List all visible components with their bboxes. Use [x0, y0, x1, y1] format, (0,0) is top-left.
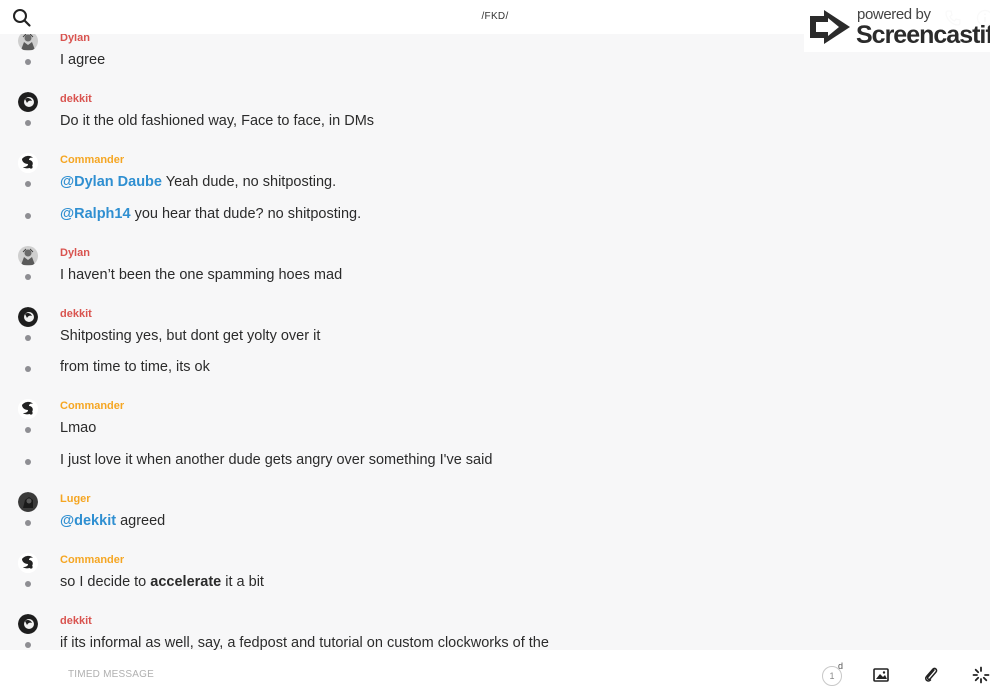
message-line: Lmao	[0, 420, 990, 442]
message-text-part: it a bit	[221, 573, 264, 590]
dekkit-avatar[interactable]	[18, 92, 38, 112]
message-bullet-icon	[25, 366, 31, 372]
message-list[interactable]: Dylan I agree dekkit Do it the old fashione…	[0, 34, 990, 650]
message-line: I agree	[0, 52, 990, 74]
dekkit-avatar[interactable]	[18, 306, 38, 327]
message-bullet-icon	[25, 212, 31, 219]
message-line: so I decide to accelerate it a bit	[0, 574, 990, 596]
dylan-avatar[interactable]	[18, 34, 38, 51]
commander-avatar[interactable]	[18, 399, 38, 419]
luger-avatar[interactable]	[18, 491, 38, 512]
watermark-brand-text: Screencastify	[856, 21, 990, 49]
message-author[interactable]: dekkit	[60, 308, 92, 320]
message-line: @dekkit agreed	[0, 513, 990, 535]
message-bullet-icon	[25, 181, 31, 187]
message-text: so I decide to accelerate it a bit	[60, 574, 264, 590]
message-line: @Dylan Daube Yeah dude, no shitposting.	[0, 174, 990, 196]
dylan-avatar[interactable]	[18, 245, 38, 266]
message-text-part: you hear that dude? no shitposting.	[130, 205, 362, 222]
message-line: @Ralph14 you hear that dude? no shitpost…	[0, 206, 990, 228]
message-line: from time to time, its ok	[0, 359, 990, 381]
user-mention[interactable]: @Dylan Daube	[60, 174, 162, 190]
message-input[interactable]: TIMED MESSAGE	[68, 669, 154, 680]
message-text: Do it the old fashioned way, Face to fac…	[60, 113, 375, 129]
message-line: Shitposting yes, but dont get yolty over…	[0, 327, 990, 350]
timer-unit: d	[838, 661, 844, 671]
message-author[interactable]: Commander	[60, 400, 124, 412]
paperclip-icon[interactable]	[922, 666, 940, 689]
commander-avatar[interactable]	[18, 153, 38, 173]
message-text: Shitposting yes, but dont get yolty over…	[60, 327, 321, 344]
message-text: @Dylan Daube Yeah dude, no shitposting.	[60, 174, 336, 190]
message-author[interactable]: dekkit	[60, 615, 92, 627]
message-bullet-icon	[25, 334, 31, 341]
user-mention[interactable]: @Ralph14	[60, 206, 131, 222]
screencastify-watermark: powered by Screencastify	[804, 2, 990, 52]
message-author[interactable]: Luger	[60, 493, 91, 505]
dekkit-avatar[interactable]	[18, 613, 38, 634]
commander-avatar[interactable]	[18, 552, 38, 573]
loading-spinner-icon[interactable]	[972, 666, 990, 689]
message-text-part: so I decide to	[60, 573, 151, 590]
message-text: I agree	[60, 52, 106, 68]
message-text: from time to time, its ok	[60, 359, 210, 375]
image-icon[interactable]	[872, 666, 890, 689]
message-text-part: agreed	[116, 512, 166, 529]
message-bullet-icon	[25, 519, 31, 526]
message-author[interactable]: Commander	[60, 554, 124, 566]
message-text: Lmao	[60, 420, 97, 436]
message-bullet-icon	[25, 59, 31, 65]
message-line: if its informal as well, say, a fedpost …	[0, 634, 990, 651]
message-bullet-icon	[25, 458, 31, 465]
message-bullet-icon	[25, 580, 31, 587]
screencastify-logo-icon	[810, 10, 850, 44]
message-text: I haven’t been the one spamming hoes mad	[60, 266, 343, 283]
message-bullet-icon	[25, 273, 31, 280]
message-line: I just love it when another dude gets an…	[0, 451, 990, 474]
timed-message-button[interactable]: 1 d	[822, 661, 846, 688]
message-author[interactable]: Dylan	[60, 247, 90, 259]
message-author[interactable]: Commander	[60, 154, 124, 166]
user-mention[interactable]: @dekkit	[60, 513, 116, 529]
message-bullet-icon	[25, 120, 31, 126]
message-line: Do it the old fashioned way, Face to fac…	[0, 113, 990, 135]
message-text: @dekkit agreed	[60, 513, 165, 529]
message-text-part: Yeah dude, no shitposting.	[161, 174, 337, 190]
message-bullet-icon	[25, 427, 31, 433]
message-bullet-icon	[25, 641, 31, 648]
message-line: I haven’t been the one spamming hoes mad	[0, 266, 990, 289]
message-text: if its informal as well, say, a fedpost …	[60, 634, 549, 651]
message-author[interactable]: Dylan	[60, 34, 90, 44]
message-text: I just love it when another dude gets an…	[60, 451, 493, 468]
bold-text: accelerate	[150, 573, 222, 590]
message-author[interactable]: dekkit	[60, 93, 92, 105]
message-text: @Ralph14 you hear that dude? no shitpost…	[60, 206, 361, 222]
